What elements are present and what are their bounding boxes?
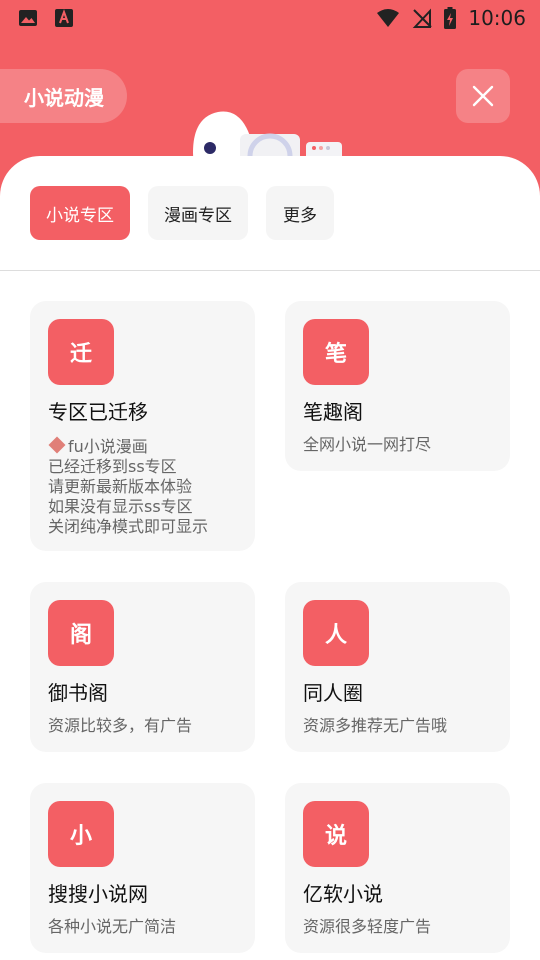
card-icon: 笔 [303,319,369,385]
status-time: 10:06 [468,6,526,30]
divider [0,270,540,271]
card-biquge[interactable]: 笔 笔趣阁 全网小说一网打尽 [285,301,510,471]
card-yiruan[interactable]: 说 亿软小说 资源很多轻度广告 [285,783,510,953]
tab-more[interactable]: 更多 [266,186,334,240]
card-title: 搜搜小说网 [48,882,148,906]
status-bar: 10:06 [0,0,540,36]
card-desc: 资源比较多，有广告 [48,716,193,735]
image-icon [19,10,37,26]
card-icon: 人 [303,600,369,666]
page-title: 小说动漫 [0,69,127,123]
card-title: 亿软小说 [303,882,383,906]
card-sousou[interactable]: 小 搜搜小说网 各种小说无广简洁 [30,783,255,953]
font-app-icon [55,9,73,27]
card-title: 同人圈 [303,681,363,705]
no-signal-icon [413,8,433,28]
desc-line: 关闭纯净模式即可显示 [48,517,209,536]
content-sheet: 小说专区 漫画专区 更多 迁 专区已迁移 fu小说漫画 已经迁移到ss专区 请更… [0,156,540,960]
card-desc: fu小说漫画 已经迁移到ss专区 请更新最新版本体验 如果没有显示ss专区 关闭… [48,436,237,537]
tab-comics[interactable]: 漫画专区 [148,186,248,240]
wifi-icon [377,9,400,27]
card-icon: 小 [48,801,114,867]
category-tabs: 小说专区 漫画专区 更多 [30,186,334,240]
diamond-icon [48,436,66,454]
card-title: 笔趣阁 [303,400,363,424]
desc-line: 如果没有显示ss专区 [48,497,193,516]
desc-line: 已经迁移到ss专区 [48,457,177,476]
tab-novels[interactable]: 小说专区 [30,186,130,240]
close-button[interactable] [456,69,510,123]
card-desc: 资源多推荐无广告哦 [303,716,448,735]
card-icon: 阁 [48,600,114,666]
card-desc: 各种小说无广简洁 [48,917,177,936]
card-icon: 说 [303,801,369,867]
card-desc: 资源很多轻度广告 [303,917,432,936]
desc-line: 请更新最新版本体验 [48,477,193,496]
card-title: 御书阁 [48,681,108,705]
battery-charging-icon [444,7,457,29]
close-icon [472,85,494,107]
card-icon: 迁 [48,319,114,385]
desc-line: fu小说漫画 [48,436,237,457]
card-desc: 全网小说一网打尽 [303,435,432,454]
card-yushuge[interactable]: 阁 御书阁 资源比较多，有广告 [30,582,255,752]
card-title: 专区已迁移 [48,400,148,424]
card-migration-notice[interactable]: 迁 专区已迁移 fu小说漫画 已经迁移到ss专区 请更新最新版本体验 如果没有显… [30,301,255,551]
card-tongrenquan[interactable]: 人 同人圈 资源多推荐无广告哦 [285,582,510,752]
